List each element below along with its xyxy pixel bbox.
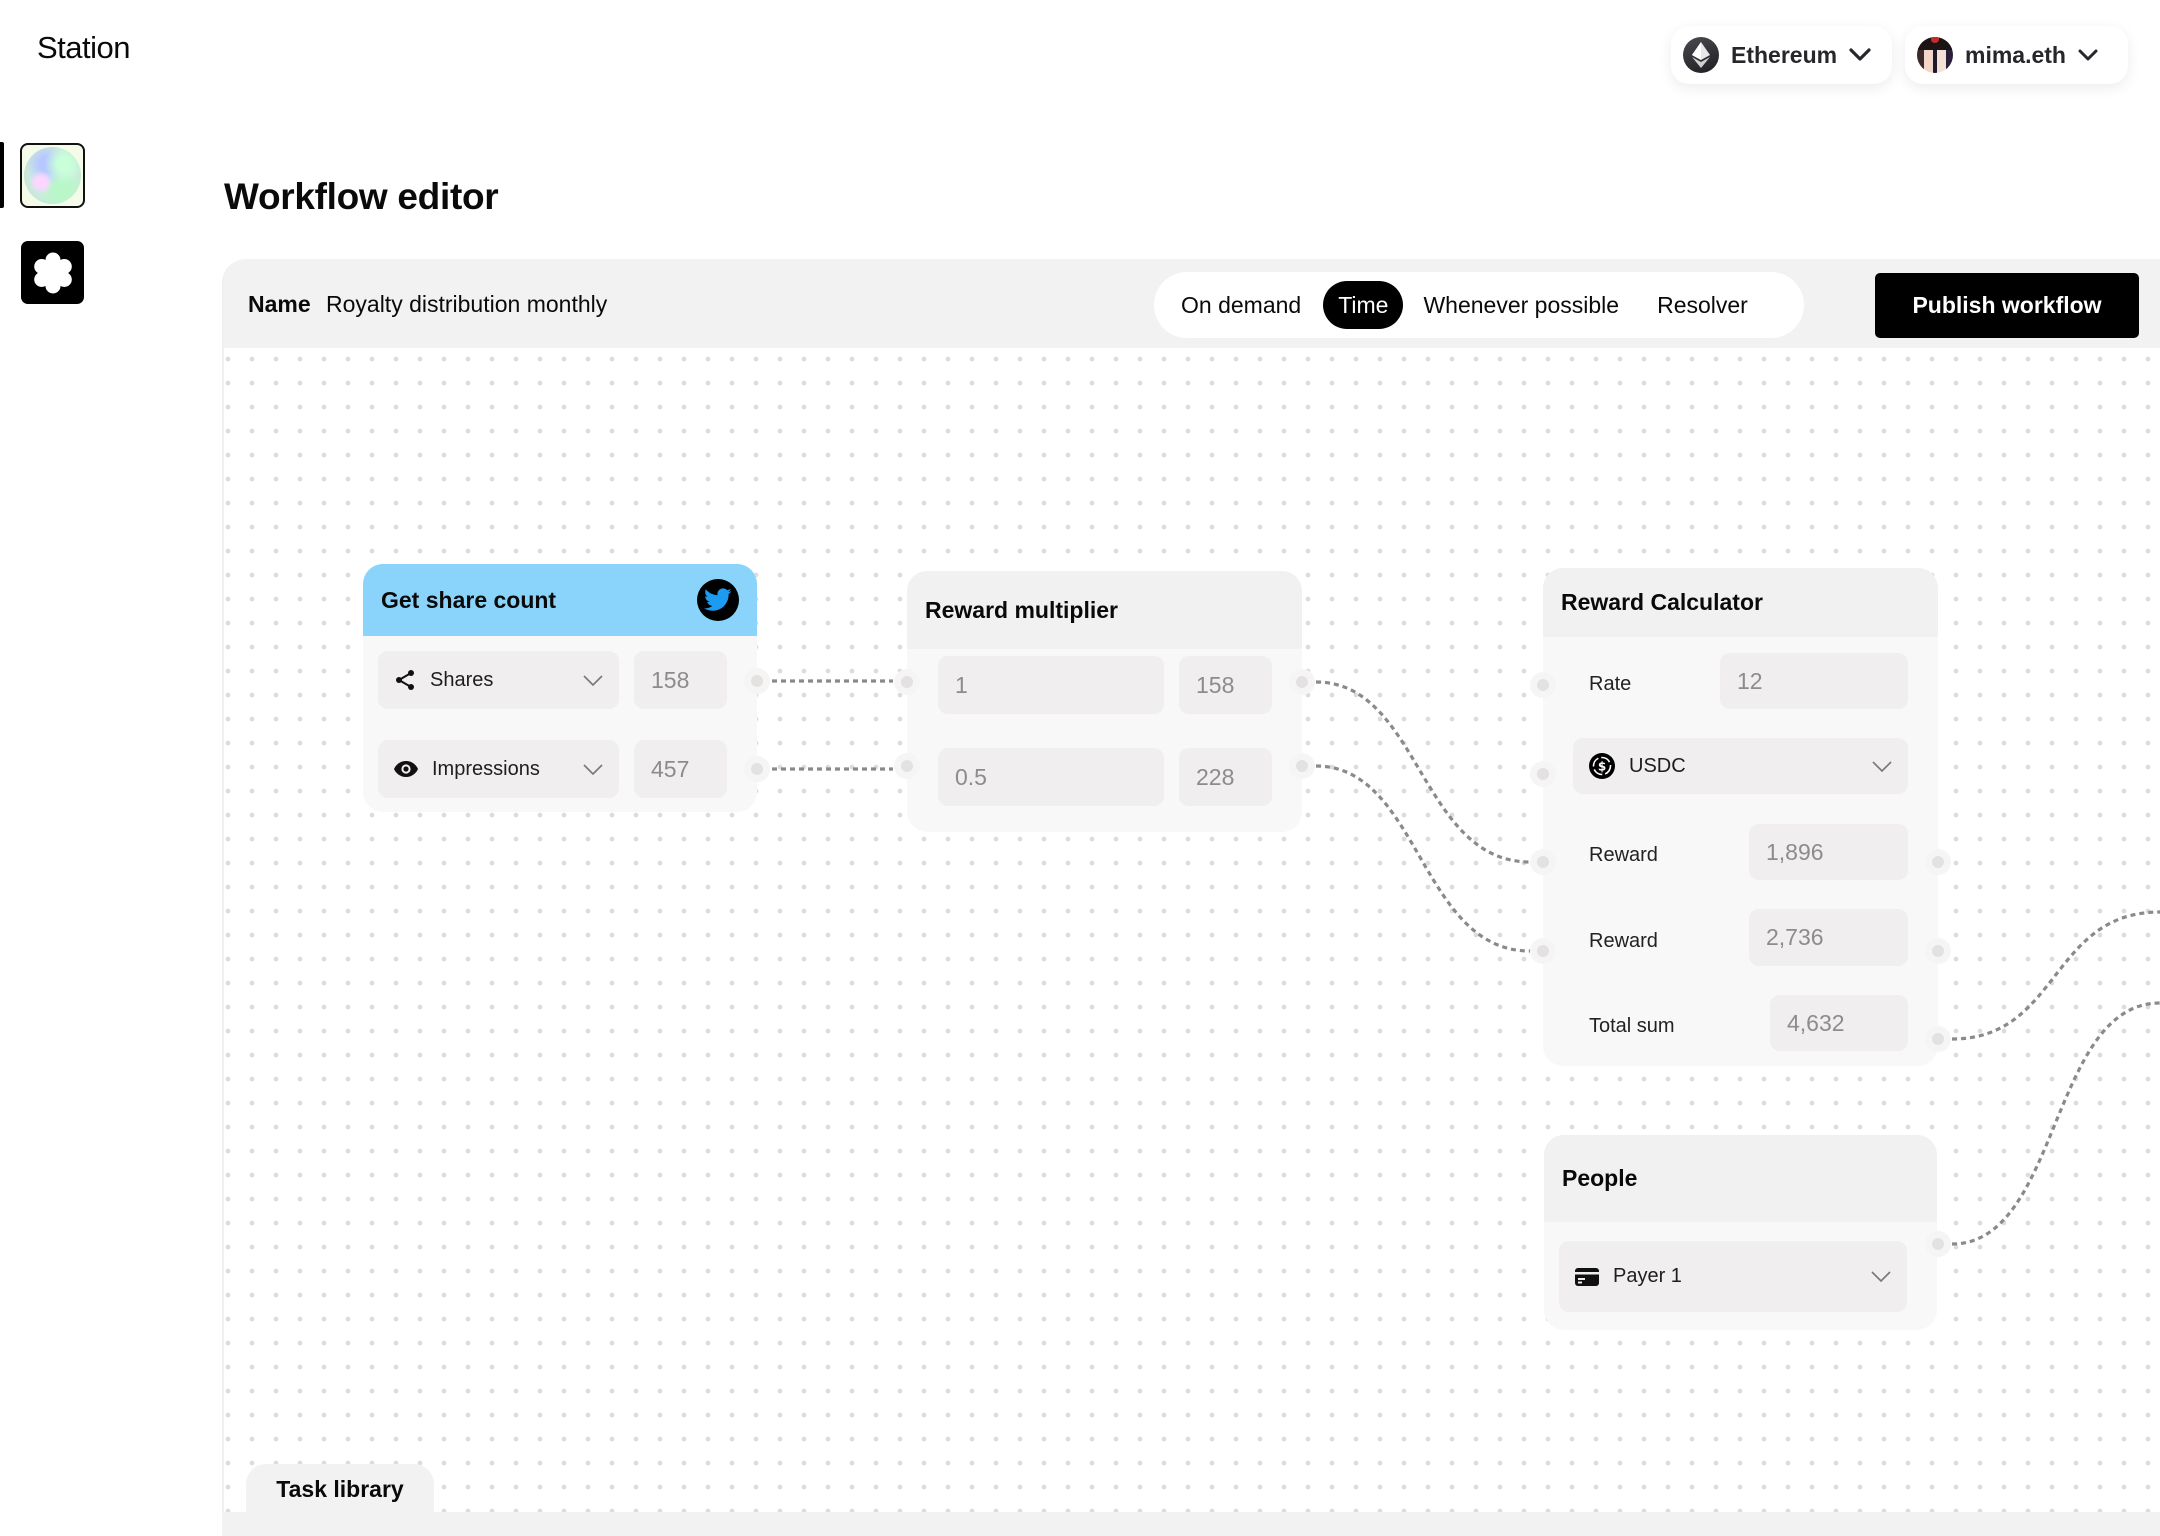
input-port[interactable]: [1530, 849, 1556, 875]
total-sum-value: 4,632: [1770, 995, 1908, 1051]
node-title: Get share count: [381, 586, 557, 613]
input-port[interactable]: [894, 669, 920, 695]
input-port[interactable]: [1530, 938, 1556, 964]
brand-logo[interactable]: Station: [37, 30, 131, 66]
node-header: Get share count: [363, 564, 757, 636]
multiplier-result: 158: [1179, 656, 1272, 714]
node-header: Reward multiplier: [907, 571, 1302, 649]
reward-label: Reward: [1589, 844, 1658, 866]
trigger-segmented-control: On demand Time Whenever possible Resolve…: [1154, 272, 1804, 338]
task-library-panel: [222, 1512, 2160, 1536]
chevron-down-icon: [1849, 48, 1871, 61]
svg-text:$: $: [1598, 760, 1606, 774]
shares-value: 158: [634, 651, 727, 709]
impressions-value: 457: [634, 740, 727, 798]
network-label: Ethereum: [1731, 41, 1838, 68]
eye-icon: [394, 761, 418, 777]
output-port[interactable]: [1289, 669, 1315, 695]
output-port[interactable]: [744, 668, 770, 694]
avatar: [1917, 37, 1953, 73]
account-selector[interactable]: mima.eth: [1905, 26, 2128, 84]
task-library-tab[interactable]: Task library: [246, 1464, 434, 1514]
node-title: Reward Calculator: [1561, 589, 1763, 615]
output-port[interactable]: [1289, 753, 1315, 779]
card-icon: [1575, 1267, 1599, 1286]
payer-select[interactable]: Payer 1: [1559, 1241, 1907, 1312]
node-title: Reward multiplier: [925, 596, 1118, 623]
input-port[interactable]: [894, 753, 920, 779]
trigger-option-on-demand[interactable]: On demand: [1181, 281, 1323, 329]
total-sum-label: Total sum: [1589, 1015, 1675, 1037]
workflow-toolbar: Name Royalty distribution monthly On dem…: [224, 259, 2160, 348]
opal-icon: [24, 147, 81, 204]
output-port[interactable]: [1925, 1231, 1951, 1257]
chevron-down-icon: [583, 763, 603, 775]
metric-select-impressions[interactable]: Impressions: [378, 740, 619, 798]
input-port[interactable]: [1530, 672, 1556, 698]
twitter-icon: [697, 579, 739, 621]
node-get-share-count[interactable]: Get share count Shares 158 Impressions 4…: [363, 564, 757, 812]
metric-select-shares[interactable]: Shares: [378, 651, 619, 709]
share-icon: [396, 670, 414, 690]
chevron-down-icon: [1872, 760, 1892, 772]
workflow-name-label: Name: [248, 291, 311, 317]
node-header: People: [1544, 1135, 1937, 1222]
node-reward-calculator[interactable]: Reward Calculator Rate 12 $ USDC Reward …: [1543, 568, 1938, 1066]
reward-value: 1,896: [1749, 824, 1908, 880]
reward-label: Reward: [1589, 930, 1658, 952]
usdc-icon: $: [1589, 753, 1615, 779]
chevron-down-icon: [2078, 49, 2098, 60]
publish-workflow-button[interactable]: Publish workflow: [1875, 273, 2139, 338]
currency-select[interactable]: $ USDC: [1573, 738, 1908, 794]
output-port[interactable]: [1925, 938, 1951, 964]
nav-workspace-avatar[interactable]: [20, 143, 85, 208]
page-title: Workflow editor: [224, 176, 499, 217]
multiplier-factor-input[interactable]: 1: [938, 656, 1164, 714]
input-port[interactable]: [1530, 761, 1556, 787]
nav-active-indicator: [0, 142, 4, 208]
metric-label: Shares: [430, 668, 494, 691]
network-selector[interactable]: Ethereum: [1671, 26, 1892, 84]
nav-flower-app[interactable]: [21, 241, 84, 304]
output-port[interactable]: [1925, 1026, 1951, 1052]
metric-label: Impressions: [432, 757, 540, 780]
multiplier-result: 228: [1179, 748, 1272, 806]
ethereum-icon: [1683, 37, 1719, 73]
node-people[interactable]: People Payer 1: [1544, 1135, 1937, 1330]
trigger-option-resolver[interactable]: Resolver: [1637, 281, 1766, 329]
trigger-option-whenever-possible[interactable]: Whenever possible: [1403, 281, 1637, 329]
chevron-down-icon: [583, 674, 603, 686]
reward-value: 2,736: [1749, 909, 1908, 966]
payer-label: Payer 1: [1613, 1265, 1682, 1287]
account-label: mima.eth: [1965, 41, 2066, 68]
node-header: Reward Calculator: [1543, 568, 1938, 637]
trigger-option-time[interactable]: Time: [1323, 281, 1404, 329]
rate-input[interactable]: 12: [1720, 653, 1908, 709]
flower-icon: [33, 252, 72, 293]
multiplier-factor-input[interactable]: 0.5: [938, 748, 1164, 806]
workflow-name-input[interactable]: Royalty distribution monthly: [326, 291, 607, 318]
chevron-down-icon: [1871, 1271, 1891, 1282]
currency-label: USDC: [1629, 754, 1686, 777]
output-port[interactable]: [1925, 849, 1951, 875]
node-reward-multiplier[interactable]: Reward multiplier 1 158 0.5 228: [907, 571, 1302, 832]
rate-label: Rate: [1589, 673, 1632, 695]
node-title: People: [1562, 1165, 1638, 1191]
output-port[interactable]: [744, 756, 770, 782]
